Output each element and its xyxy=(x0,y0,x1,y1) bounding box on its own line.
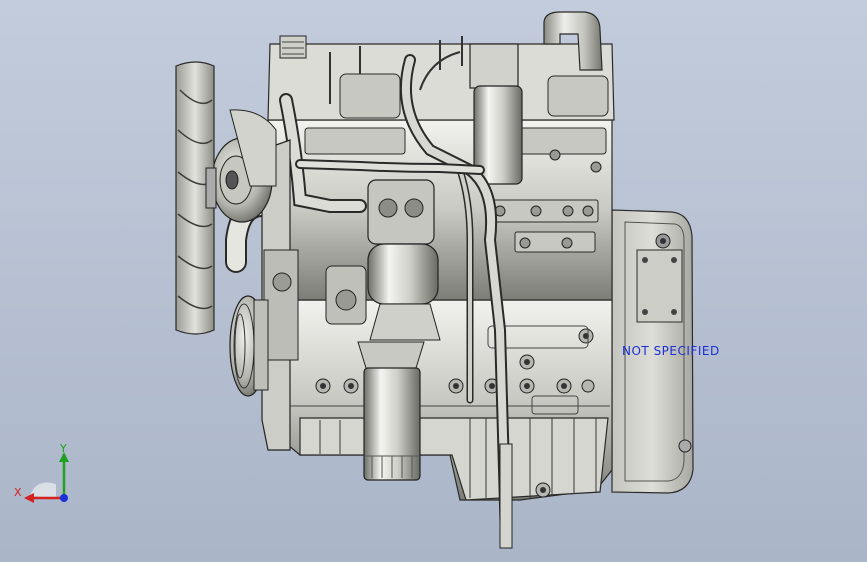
x-axis-label: X xyxy=(14,486,22,499)
oil-filter xyxy=(357,341,425,481)
engine-model[interactable] xyxy=(0,0,867,562)
dimension-annotation[interactable]: NOT SPECIFIED xyxy=(622,344,720,358)
y-axis-label: Y xyxy=(59,442,67,455)
z-axis-icon xyxy=(60,494,68,502)
engine-block xyxy=(267,299,613,501)
graphics-viewport[interactable]: NOT SPECIFIED Y X xyxy=(0,0,867,562)
orientation-triad[interactable]: Y X xyxy=(12,440,82,510)
fan xyxy=(175,61,217,335)
x-axis-arrow-icon xyxy=(24,493,34,503)
dipstick-tube xyxy=(499,443,513,549)
fuel-filter xyxy=(469,43,523,185)
